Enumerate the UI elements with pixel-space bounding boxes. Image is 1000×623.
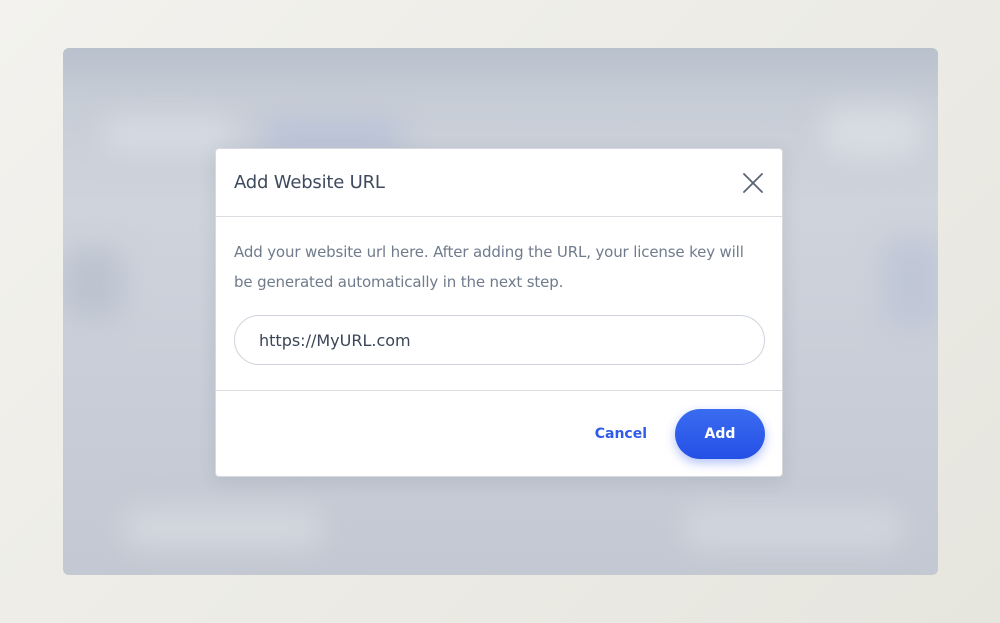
close-icon (743, 172, 763, 193)
dialog-header: Add Website URL (216, 149, 782, 217)
dialog-title: Add Website URL (234, 172, 385, 193)
dialog-body: Add your website url here. After adding … (216, 217, 782, 391)
add-button[interactable]: Add (675, 409, 765, 459)
close-button[interactable] (740, 170, 766, 196)
dialog-description: Add your website url here. After adding … (234, 243, 744, 291)
add-website-url-dialog: Add Website URL Add your website url her… (215, 148, 783, 477)
website-url-input[interactable] (234, 315, 765, 365)
dialog-footer: Cancel Add (216, 391, 782, 477)
cancel-button[interactable]: Cancel (595, 426, 647, 442)
